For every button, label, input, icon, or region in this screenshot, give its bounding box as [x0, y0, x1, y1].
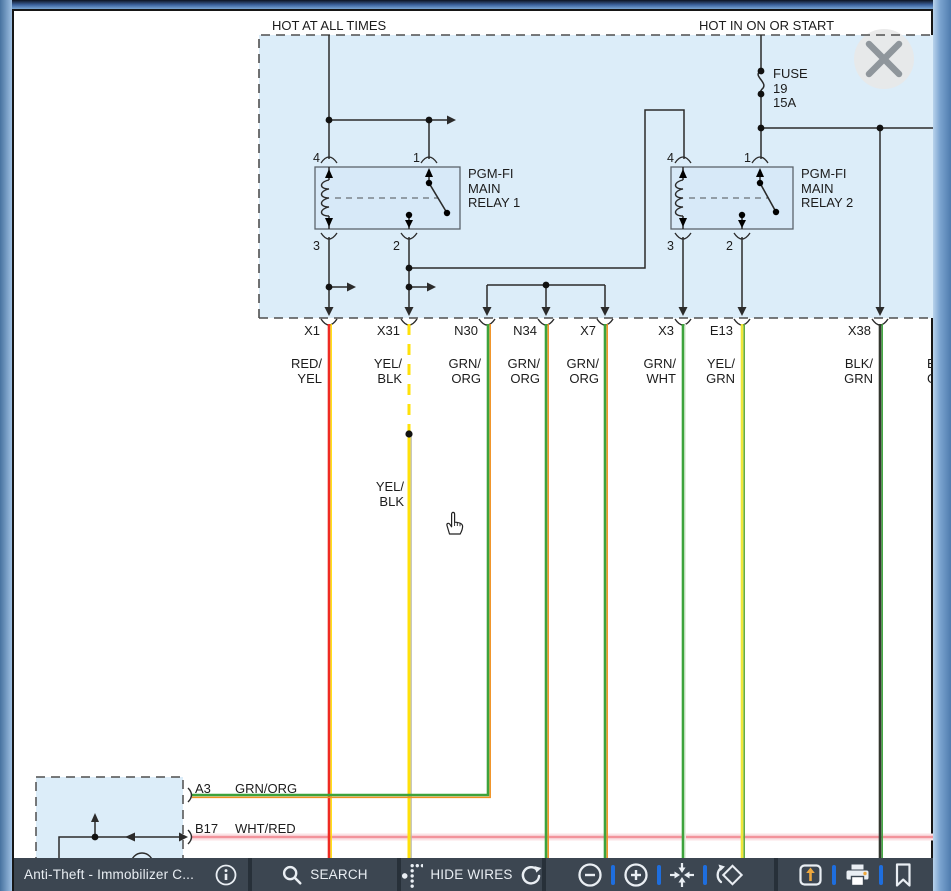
app-window: HOT AT ALL TIMES HOT IN ON OR START [0, 0, 951, 891]
window-frame-right [933, 0, 951, 891]
relay1-pin2-label: 2 [393, 239, 400, 253]
svg-text:ORG: ORG [569, 371, 599, 386]
relay2-pin1-label: 1 [744, 151, 751, 165]
svg-text:BLK/: BLK/ [845, 356, 874, 371]
pin-b17-color: WHT/RED [235, 821, 296, 836]
info-icon[interactable] [214, 863, 238, 887]
svg-text:N30: N30 [454, 323, 478, 338]
bookmark-icon[interactable] [891, 862, 915, 888]
zoom-out-icon[interactable] [577, 862, 603, 888]
diagram-title-section[interactable]: Anti-Theft - Immobilizer C... [14, 858, 248, 891]
svg-text:X3: X3 [658, 323, 674, 338]
clipped-wire-label: B [927, 356, 933, 371]
svg-text:MAIN: MAIN [468, 181, 501, 196]
hide-wires-icon [401, 862, 423, 888]
print-icon[interactable] [844, 862, 871, 888]
search-button[interactable]: SEARCH [252, 858, 397, 891]
toolbar-blue-divider [611, 865, 615, 885]
relay1-pin4-label: 4 [313, 151, 320, 165]
svg-text:GRN: GRN [706, 371, 735, 386]
hide-wires-label: HIDE WIRES [430, 867, 512, 882]
relay2-pin2-label: 2 [726, 239, 733, 253]
svg-text:15A: 15A [773, 95, 796, 110]
window-frame-top [0, 0, 951, 9]
svg-text:GRN/: GRN/ [508, 356, 541, 371]
relay1-pin1-label: 1 [413, 151, 420, 165]
zoom-controls [546, 858, 774, 891]
immobilizer-component: A3 GRN/ORG B17 WHT/RED [36, 777, 297, 860]
window-frame-left [0, 0, 12, 891]
svg-text:BLK: BLK [377, 371, 402, 386]
svg-text:YEL/: YEL/ [374, 356, 403, 371]
search-label: SEARCH [310, 867, 367, 882]
diagram-viewport: HOT AT ALL TIMES HOT IN ON OR START [12, 9, 933, 891]
relay1-pin3-label: 3 [313, 239, 320, 253]
diagram-title[interactable]: Anti-Theft - Immobilizer C... [24, 867, 194, 882]
svg-text:G: G [927, 371, 933, 386]
relay1-name: PGM-FI [468, 166, 514, 181]
svg-text:GRN/: GRN/ [449, 356, 482, 371]
svg-text:YEL: YEL [297, 371, 322, 386]
toolbar-blue-divider [703, 865, 707, 885]
svg-text:X7: X7 [580, 323, 596, 338]
rotate-view-icon[interactable] [715, 862, 743, 888]
svg-text:GRN/: GRN/ [644, 356, 677, 371]
x31-mid-label: YEL/ [376, 479, 405, 494]
zoom-in-icon[interactable] [623, 862, 649, 888]
hot-at-all-times-label: HOT AT ALL TIMES [272, 18, 386, 33]
svg-text:BLK: BLK [379, 494, 404, 509]
svg-text:X31: X31 [377, 323, 400, 338]
mouse-cursor [447, 512, 463, 534]
toolbar-blue-divider [657, 865, 661, 885]
relay2-name: PGM-FI [801, 166, 847, 181]
hide-wires-button[interactable]: HIDE WIRES [401, 858, 542, 891]
wire-color-labels: RED/ YEL YEL/ BLK GRN/ ORG GRN/ ORG GRN/… [291, 356, 933, 509]
svg-text:FUSE: FUSE [773, 66, 808, 81]
export-icon[interactable] [797, 862, 824, 888]
svg-text:E13: E13 [710, 323, 733, 338]
relay2-pin3-label: 3 [667, 239, 674, 253]
bottom-toolbar: Anti-Theft - Immobilizer C... SEARCH [14, 858, 933, 891]
svg-text:WHT: WHT [646, 371, 676, 386]
svg-text:RELAY 1: RELAY 1 [468, 195, 520, 210]
export-controls [778, 858, 933, 891]
svg-text:GRN/: GRN/ [567, 356, 600, 371]
toolbar-blue-divider [879, 865, 883, 885]
svg-text:N34: N34 [513, 323, 537, 338]
pin-b17-label: B17 [195, 821, 218, 836]
svg-text:ORG: ORG [510, 371, 540, 386]
svg-text:ORG: ORG [451, 371, 481, 386]
connector-id-labels: X1 X31 N30 N34 X7 X3 E13 X38 [304, 323, 871, 338]
svg-text:YEL/: YEL/ [707, 356, 736, 371]
pin-a3-color: GRN/ORG [235, 781, 297, 796]
svg-text:GRN: GRN [844, 371, 873, 386]
svg-text:19: 19 [773, 81, 787, 96]
svg-text:RED/: RED/ [291, 356, 322, 371]
refresh-icon[interactable] [520, 863, 542, 887]
hot-in-on-or-start-label: HOT IN ON OR START [699, 18, 834, 33]
wires [192, 324, 882, 860]
wire-n30-a3 [192, 324, 488, 795]
relay2-pin4-label: 4 [667, 151, 674, 165]
toolbar-blue-divider [832, 865, 836, 885]
pin-a3-label: A3 [195, 781, 211, 796]
svg-text:X38: X38 [848, 323, 871, 338]
splice-dot [405, 430, 412, 437]
search-icon [281, 864, 303, 886]
fit-screen-icon[interactable] [669, 862, 695, 888]
svg-text:MAIN: MAIN [801, 181, 834, 196]
wiring-diagram: HOT AT ALL TIMES HOT IN ON OR START [14, 11, 933, 860]
svg-text:RELAY 2: RELAY 2 [801, 195, 853, 210]
svg-text:X1: X1 [304, 323, 320, 338]
